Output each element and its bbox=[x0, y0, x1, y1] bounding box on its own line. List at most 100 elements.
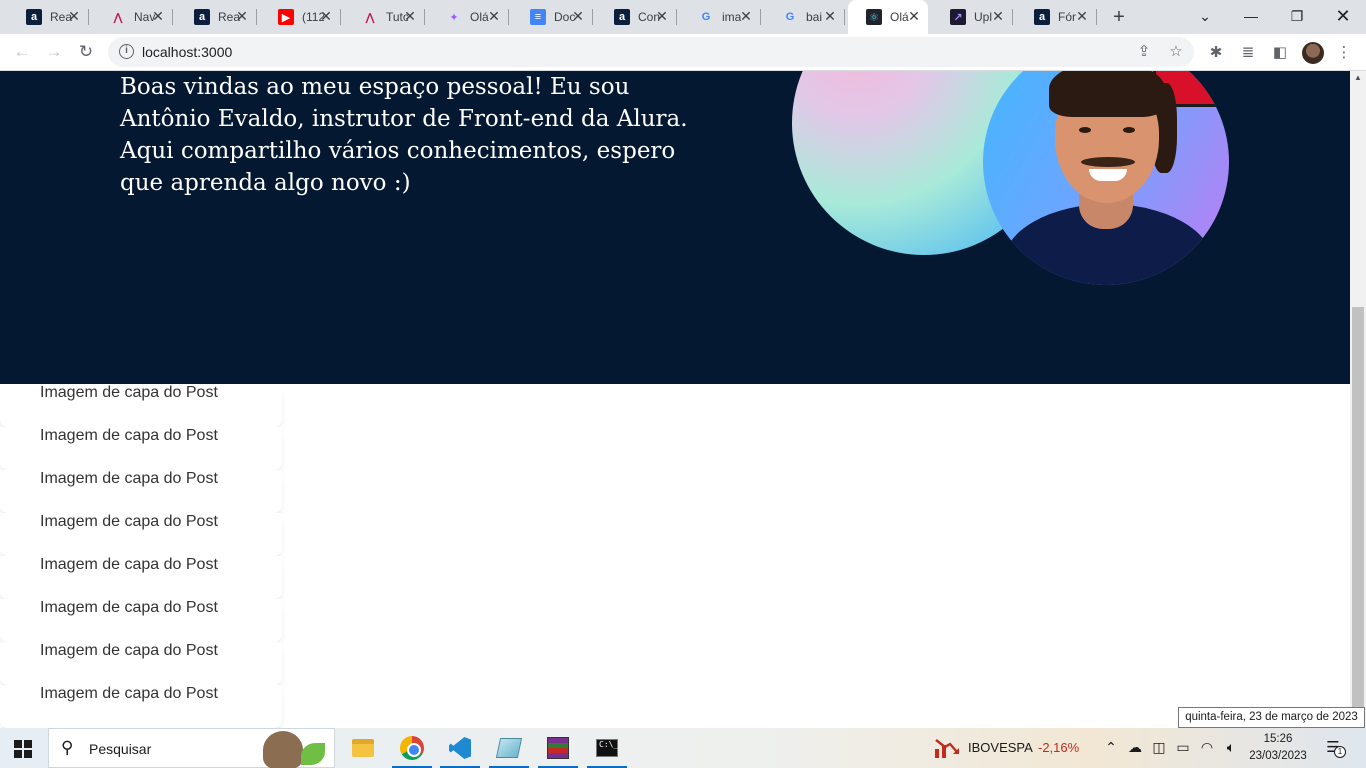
search-placeholder: Pesquisar bbox=[89, 741, 152, 757]
reload-button[interactable]: ↻ bbox=[74, 41, 98, 65]
tab-close-icon[interactable]: ✕ bbox=[318, 8, 334, 25]
tab-strip: a Rea ✕ ⋀ Nav ✕ a Rea ✕ ▶ (112 ✕ ⋀ Tuto ✕ ✦ Olá ✕ ≡ Doc ✕ a Co… bbox=[0, 0, 1366, 34]
browser-tab[interactable]: a Con ✕ bbox=[596, 4, 677, 30]
url-text[interactable]: localhost:3000 bbox=[142, 44, 232, 60]
browser-tab[interactable]: ⋀ Nav ✕ bbox=[92, 4, 173, 30]
post-cover-image-broken[interactable]: Imagem de capa do Post bbox=[40, 556, 218, 574]
stock-down-icon[interactable] bbox=[934, 737, 960, 759]
browser-tab[interactable]: ≡ Doc ✕ bbox=[512, 4, 593, 30]
alura-icon: a bbox=[614, 9, 630, 25]
post-list: Imagem de capa do Post Imagem de capa do … bbox=[0, 384, 282, 728]
tab-close-icon[interactable]: ✕ bbox=[738, 8, 754, 25]
scroll-thumb[interactable] bbox=[1352, 307, 1364, 725]
scroll-up-arrow[interactable]: ▲ bbox=[1354, 73, 1362, 82]
tab-close-icon[interactable]: ✕ bbox=[150, 8, 166, 25]
page-viewport: Boas vindas ao meu espaço pessoal! Eu so… bbox=[0, 71, 1350, 728]
notes-app-taskbar-icon[interactable] bbox=[486, 728, 532, 768]
search-highlight-illustration bbox=[263, 731, 303, 768]
post-card[interactable]: Imagem de capa do Post bbox=[0, 642, 282, 685]
winrar-taskbar-icon[interactable] bbox=[535, 728, 581, 768]
alura-icon: a bbox=[26, 9, 42, 25]
tab-close-icon[interactable]: ✕ bbox=[654, 8, 670, 25]
browser-tab[interactable]: ↗ Upl ✕ bbox=[932, 4, 1013, 30]
close-window-button[interactable]: ✕ bbox=[1320, 4, 1366, 28]
browser-tab[interactable]: a Fór ✕ bbox=[1016, 4, 1097, 30]
browser-tab[interactable]: ✦ Olá ✕ bbox=[428, 4, 509, 30]
tab-close-icon[interactable]: ✕ bbox=[990, 8, 1006, 25]
date-tooltip: quinta-feira, 23 de março de 2023 bbox=[1178, 707, 1365, 728]
post-card[interactable]: Imagem de capa do Post bbox=[0, 685, 282, 728]
google-icon: G bbox=[701, 11, 711, 23]
menu-kebab-icon[interactable]: ⋮ bbox=[1334, 43, 1354, 63]
stock-ticker-value[interactable]: -2,16% bbox=[1038, 740, 1079, 755]
chrome-taskbar-icon[interactable] bbox=[389, 728, 435, 768]
react-icon: ⚛ bbox=[866, 9, 882, 25]
browser-tab[interactable]: ⚛ Olá ✕ bbox=[848, 0, 928, 34]
wifi-icon[interactable]: ◠ bbox=[1198, 739, 1216, 756]
browser-tab[interactable]: a Rea ✕ bbox=[8, 4, 89, 30]
tab-close-icon[interactable]: ✕ bbox=[1074, 8, 1090, 25]
terminal-taskbar-icon[interactable]: C:\_ bbox=[584, 728, 630, 768]
system-clock[interactable]: 15:26 23/03/2023 bbox=[1244, 731, 1312, 765]
post-cover-image-broken[interactable]: Imagem de capa do Post bbox=[40, 384, 218, 402]
post-card[interactable]: Imagem de capa do Post bbox=[0, 427, 282, 470]
new-tab-button[interactable]: + bbox=[1108, 6, 1130, 29]
address-bar[interactable]: i localhost:3000 ⇪ ☆ bbox=[108, 37, 1194, 67]
show-hidden-icons-chevron-icon[interactable]: ⌃ bbox=[1102, 739, 1120, 756]
share-icon[interactable]: ⇪ bbox=[1134, 42, 1154, 62]
tab-close-icon[interactable]: ✕ bbox=[822, 8, 838, 25]
clock-date: 23/03/2023 bbox=[1249, 750, 1307, 762]
reading-list-icon[interactable]: ≣ bbox=[1238, 43, 1258, 63]
bookmark-star-icon[interactable]: ☆ bbox=[1166, 42, 1186, 62]
tab-close-icon[interactable]: ✕ bbox=[234, 8, 250, 25]
browser-tab[interactable]: ⋀ Tuto ✕ bbox=[344, 4, 425, 30]
navigation-icon: ⋀ bbox=[365, 11, 375, 24]
alura-icon: a bbox=[1034, 9, 1050, 25]
file-explorer-taskbar-icon[interactable] bbox=[340, 728, 386, 768]
profile-avatar[interactable] bbox=[1302, 42, 1324, 64]
post-cover-image-broken[interactable]: Imagem de capa do Post bbox=[40, 642, 218, 660]
minimize-button[interactable]: — bbox=[1228, 4, 1274, 28]
youtube-icon: ▶ bbox=[278, 9, 294, 25]
meet-now-icon[interactable]: ◫ bbox=[1150, 739, 1168, 756]
post-cover-image-broken[interactable]: Imagem de capa do Post bbox=[40, 685, 218, 703]
vscode-taskbar-icon[interactable] bbox=[437, 728, 483, 768]
post-cover-image-broken[interactable]: Imagem de capa do Post bbox=[40, 470, 218, 488]
browser-tab[interactable]: Gbai ✕ bbox=[764, 4, 845, 30]
site-info-icon[interactable]: i bbox=[119, 44, 134, 59]
extensions-icon[interactable]: ✱ bbox=[1206, 43, 1226, 63]
back-button[interactable]: ← bbox=[10, 41, 34, 65]
post-card[interactable]: Imagem de capa do Post bbox=[0, 470, 282, 513]
post-card[interactable]: Imagem de capa do Post bbox=[0, 556, 282, 599]
post-card[interactable]: Imagem de capa do Post bbox=[0, 513, 282, 556]
notification-center-icon[interactable]: ☰ 1 bbox=[1322, 738, 1346, 758]
browser-tab[interactable]: a Rea ✕ bbox=[176, 4, 257, 30]
post-cover-image-broken[interactable]: Imagem de capa do Post bbox=[40, 599, 218, 617]
battery-icon[interactable]: ▭ bbox=[1174, 739, 1192, 756]
volume-icon[interactable]: 🔈︎ bbox=[1222, 739, 1240, 756]
tab-close-icon[interactable]: ✕ bbox=[66, 8, 82, 25]
tab-search-icon[interactable]: ⌄ bbox=[1182, 4, 1228, 28]
post-cover-image-broken[interactable]: Imagem de capa do Post bbox=[40, 427, 218, 445]
navigation-icon: ⋀ bbox=[113, 11, 123, 24]
taskbar-search-box[interactable]: ⚲ Pesquisar bbox=[48, 728, 335, 768]
restore-button[interactable]: ❐ bbox=[1274, 4, 1320, 28]
windows-start-button[interactable] bbox=[14, 740, 32, 758]
hero-banner: Boas vindas ao meu espaço pessoal! Eu so… bbox=[0, 71, 1350, 384]
security-warning-icon[interactable]: ☁ bbox=[1126, 739, 1144, 756]
browser-tab[interactable]: ▶ (112 ✕ bbox=[260, 4, 341, 30]
tab-close-icon[interactable]: ✕ bbox=[402, 8, 418, 25]
tab-close-icon[interactable]: ✕ bbox=[486, 8, 502, 25]
forward-button[interactable]: → bbox=[42, 41, 66, 65]
docs-icon: ≡ bbox=[530, 9, 546, 25]
post-cover-image-broken[interactable]: Imagem de capa do Post bbox=[40, 513, 218, 531]
page-scrollbar[interactable]: ▲ bbox=[1350, 71, 1366, 728]
browser-tab[interactable]: Gima ✕ bbox=[680, 4, 761, 30]
tab-close-icon[interactable]: ✕ bbox=[570, 8, 586, 25]
figma-icon: ✦ bbox=[449, 11, 459, 24]
side-panel-icon[interactable]: ◧ bbox=[1270, 43, 1290, 63]
stock-ticker-label[interactable]: IBOVESPA bbox=[968, 740, 1033, 755]
tab-close-icon[interactable]: ✕ bbox=[906, 8, 922, 25]
post-card[interactable]: Imagem de capa do Post bbox=[0, 599, 282, 642]
post-card[interactable]: Imagem de capa do Post bbox=[0, 384, 282, 427]
